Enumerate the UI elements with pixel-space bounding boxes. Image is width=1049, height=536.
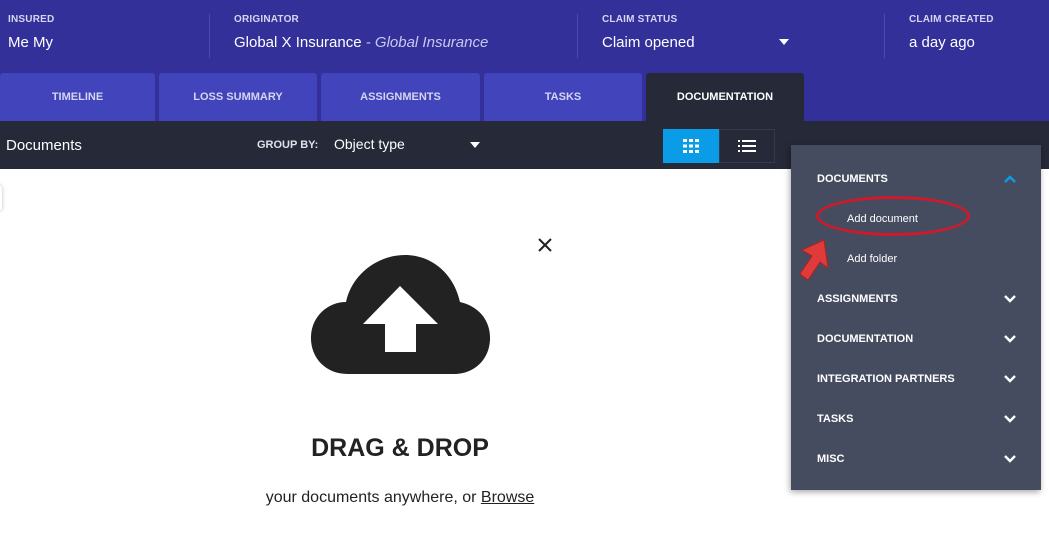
chevron-down-icon[interactable] bbox=[1003, 454, 1017, 464]
drag-drop-subtitle: your documents anywhere, or Browse bbox=[200, 489, 600, 507]
collapsed-panel-handle[interactable] bbox=[0, 185, 2, 211]
cloud-upload-icon bbox=[310, 255, 491, 374]
insured-label: INSURED bbox=[8, 14, 55, 25]
group-by-select[interactable]: Object type bbox=[334, 136, 484, 152]
header-divider bbox=[209, 14, 210, 58]
chevron-down-icon[interactable] bbox=[1003, 374, 1017, 384]
menu-section-tasks[interactable]: TASKS bbox=[817, 413, 853, 425]
menu-section-documents[interactable]: DOCUMENTS bbox=[817, 173, 888, 185]
tab-loss-summary[interactable]: LOSS SUMMARY bbox=[159, 73, 317, 121]
pointer-arrow-icon bbox=[799, 239, 829, 281]
page-title: Documents bbox=[6, 137, 82, 154]
menu-section-documentation[interactable]: DOCUMENTATION bbox=[817, 333, 913, 345]
tab-tasks[interactable]: TASKS bbox=[484, 73, 642, 121]
chevron-down-icon[interactable] bbox=[1003, 334, 1017, 344]
grid-icon bbox=[683, 139, 699, 153]
chevron-down-icon[interactable] bbox=[470, 142, 480, 148]
originator-label: ORIGINATOR bbox=[234, 14, 299, 25]
originator-value: Global X Insurance - Global Insurance bbox=[234, 34, 488, 51]
claim-status-dropdown[interactable]: CLAIM STATUS Claim opened bbox=[602, 14, 792, 51]
chevron-down-icon[interactable] bbox=[1003, 294, 1017, 304]
drag-drop-text: your documents anywhere, or bbox=[265, 489, 481, 506]
originator-alt-name: - Global Insurance bbox=[361, 34, 489, 51]
list-view-button[interactable] bbox=[719, 129, 775, 163]
claim-status-label: CLAIM STATUS bbox=[602, 14, 678, 25]
header-divider bbox=[577, 14, 578, 58]
tab-assignments[interactable]: ASSIGNMENTS bbox=[321, 73, 480, 121]
insured-value: Me My bbox=[8, 34, 53, 51]
tab-timeline[interactable]: TIMELINE bbox=[0, 73, 155, 121]
highlight-ellipse bbox=[816, 196, 970, 236]
menu-section-integration-partners[interactable]: INTEGRATION PARTNERS bbox=[817, 373, 955, 385]
tab-documentation[interactable]: DOCUMENTATION bbox=[646, 73, 804, 121]
drag-drop-title: DRAG & DROP bbox=[311, 434, 489, 462]
menu-section-misc[interactable]: MISC bbox=[817, 453, 845, 465]
claim-created-field: CLAIM CREATED a day ago bbox=[909, 14, 994, 51]
menu-item-add-folder[interactable]: Add folder bbox=[847, 253, 897, 265]
group-by-label: GROUP BY: bbox=[257, 139, 319, 151]
chevron-up-icon[interactable] bbox=[1003, 174, 1017, 184]
chevron-down-icon[interactable] bbox=[779, 39, 789, 45]
claim-status-value: Claim opened bbox=[602, 34, 695, 51]
menu-section-assignments[interactable]: ASSIGNMENTS bbox=[817, 293, 898, 305]
originator-name: Global X Insurance bbox=[234, 34, 362, 51]
list-icon bbox=[738, 140, 756, 152]
group-by-value: Object type bbox=[334, 136, 405, 152]
header-divider bbox=[884, 14, 885, 58]
originator-field: ORIGINATOR Global X Insurance - Global I… bbox=[234, 14, 488, 51]
insured-field: INSURED Me My bbox=[8, 14, 54, 51]
close-icon[interactable] bbox=[534, 234, 556, 256]
browse-link[interactable]: Browse bbox=[481, 489, 534, 506]
grid-view-button[interactable] bbox=[663, 129, 719, 163]
claim-header: INSURED Me My ORIGINATOR Global X Insura… bbox=[0, 0, 1049, 121]
claim-created-label: CLAIM CREATED bbox=[909, 14, 994, 25]
claim-created-value: a day ago bbox=[909, 34, 975, 51]
chevron-down-icon[interactable] bbox=[1003, 414, 1017, 424]
